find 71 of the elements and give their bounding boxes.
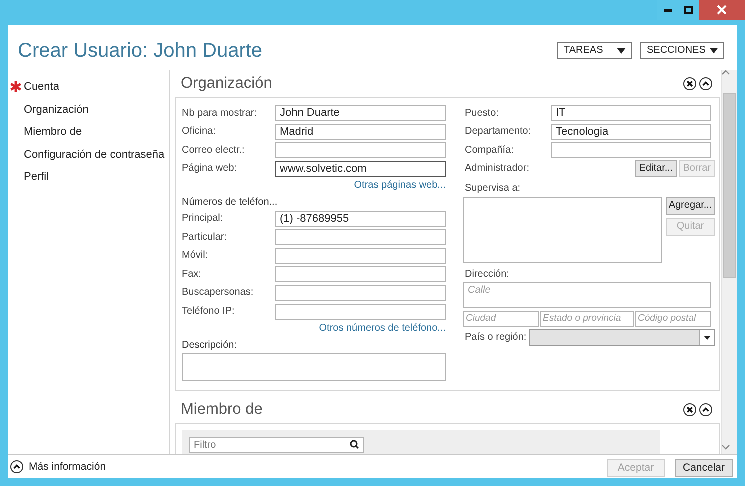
field-label: Correo electr.: — [182, 144, 246, 156]
close-icon[interactable] — [683, 76, 697, 90]
field-label: Teléfono IP: — [182, 306, 236, 318]
text-field[interactable] — [551, 142, 711, 158]
nav-item[interactable]: Miembro de — [24, 126, 82, 138]
more-info-link[interactable]: Más información — [29, 460, 106, 472]
field-label: Dirección: — [464, 268, 510, 280]
field-label: Página web: — [182, 163, 238, 174]
field-label: Oficina: — [182, 126, 217, 138]
close-icon[interactable] — [683, 402, 697, 417]
field-label: País o región: — [464, 332, 528, 344]
field-label: Puesto: — [464, 108, 500, 118]
nav-item[interactable]: Organización — [24, 104, 89, 116]
menu-dropdown[interactable]: SECCIONES — [640, 42, 724, 59]
text-field[interactable] — [275, 142, 446, 158]
search-icon — [350, 440, 359, 450]
window-title: Crear Usuario: John Duarte — [18, 40, 264, 63]
reports-list[interactable] — [463, 196, 662, 263]
section-title: Organización — [181, 74, 274, 92]
expand-icon[interactable] — [10, 460, 24, 474]
more-websites-link[interactable]: Otras páginas web... — [354, 180, 446, 192]
field-label: Descripción: — [182, 340, 238, 351]
text-field[interactable]: IT — [551, 105, 711, 121]
filter-field[interactable]: Filtro — [189, 437, 364, 454]
field-label: Móvil: — [182, 250, 210, 262]
action-button[interactable]: Editar... — [635, 160, 678, 178]
scroll-down-icon[interactable] — [722, 445, 730, 450]
caret-icon — [710, 48, 718, 54]
field-label: Administrador: — [464, 163, 530, 174]
text-field[interactable] — [275, 284, 446, 301]
text-field[interactable] — [275, 229, 446, 246]
text-field[interactable] — [275, 304, 446, 320]
text-field[interactable]: (1) -87689955 — [275, 210, 446, 227]
collapse-icon[interactable] — [699, 76, 713, 90]
close-icon — [717, 5, 727, 15]
state-field[interactable]: Estado o provincia — [540, 310, 634, 327]
collapse-icon[interactable] — [699, 402, 713, 417]
field-label: Fax: — [182, 268, 202, 280]
city-field[interactable]: Ciudad — [463, 310, 539, 327]
maximize-icon — [684, 6, 693, 14]
field-label: Particular: — [182, 232, 228, 243]
field-label: Principal: — [182, 213, 224, 224]
text-field[interactable]: Tecnologia — [551, 124, 711, 140]
scroll-up-icon[interactable] — [722, 70, 730, 75]
description-field[interactable] — [182, 353, 446, 382]
field-label: Supervisa a: — [464, 183, 522, 194]
field-label: Nb para mostrar: — [182, 108, 258, 118]
section-title: Miembro de — [181, 400, 264, 419]
dialog-button[interactable]: Cancelar — [675, 458, 733, 476]
field-label: Compañía: — [464, 144, 515, 156]
menu-dropdown[interactable]: TAREAS — [557, 42, 632, 59]
group-heading: Números de teléfon... — [182, 196, 279, 208]
street-field[interactable]: Calle — [463, 282, 711, 308]
caret-icon — [704, 336, 710, 340]
text-field[interactable]: John Duarte — [275, 105, 446, 121]
field-label: Departamento: — [464, 126, 532, 138]
text-field[interactable] — [275, 266, 446, 282]
close-button[interactable] — [699, 0, 745, 20]
postal-code-field[interactable]: Código postal — [635, 310, 711, 327]
scrollbar-thumb[interactable] — [723, 93, 736, 278]
caret-icon — [617, 48, 626, 54]
nav-item[interactable]: Perfil — [24, 171, 50, 184]
minimize-icon — [664, 8, 672, 12]
text-field[interactable]: Madrid — [275, 124, 446, 140]
nav-item[interactable]: Cuenta — [24, 81, 60, 94]
action-button[interactable]: Agregar... — [666, 196, 715, 215]
text-field[interactable]: www.solvetic.com — [275, 160, 446, 177]
field-label: Buscapersonas: — [182, 287, 255, 298]
text-field[interactable] — [275, 248, 446, 264]
nav-item[interactable]: Configuración de contraseña — [24, 148, 165, 161]
more-phones-link[interactable]: Otros números de teléfono... — [319, 323, 446, 334]
